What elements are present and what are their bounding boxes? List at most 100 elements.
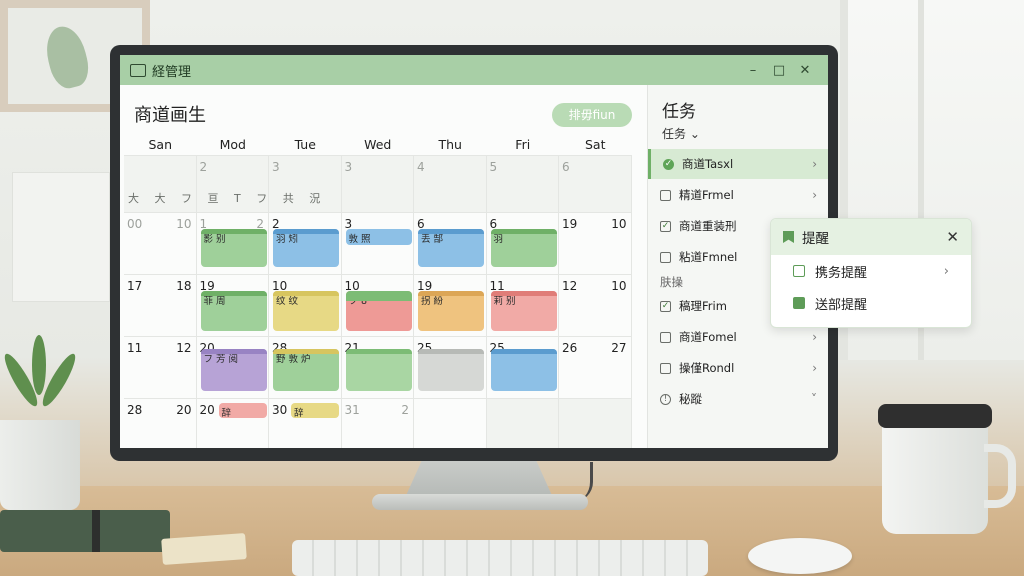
view-button[interactable]: 排毋fiun [552,103,632,127]
day-number: 2 [401,403,409,417]
weekday-label: Wed [364,137,392,152]
reminder-popup-header: 提醒 ✕ [771,219,971,255]
day-number: 20 [176,403,192,417]
calendar-event[interactable]: 纹 纹 [273,291,339,331]
day-cell[interactable]: 11 莉 别 [487,275,559,336]
day-cell[interactable]: 20 フ 芳 阅 [197,337,269,398]
day-cell[interactable]: 6 丢 郜 [414,213,487,274]
close-icon[interactable]: ✕ [946,228,959,246]
calendar-event[interactable]: 莉 别 [490,291,557,331]
day-cell[interactable]: 6 羽 [487,213,559,274]
checkbox-icon[interactable] [660,189,671,201]
day-number: 3 [344,160,353,174]
calendar-event[interactable]: 辞 [218,403,267,418]
bookmark-icon [783,231,794,243]
day-cell[interactable]: 5 [486,156,559,212]
calendar-event[interactable]: 影 别 [200,229,267,267]
day-cell[interactable]: 2 羽 矧 [269,213,342,274]
monitor: 経管理 – □ ✕ 商道画生 排毋fiun San Mod Tue Wed Th… [110,45,838,461]
checkbox-checked-icon[interactable]: ✓ [660,300,671,312]
checkbox-icon[interactable] [660,331,671,343]
window-title: 経管理 [152,64,192,80]
day-cell[interactable]: 10 纹 纹 [269,275,342,336]
calendar-event[interactable] [490,349,557,391]
calendar-event[interactable]: フ 8 [345,291,412,331]
day-cell[interactable]: 12 10 [559,275,632,336]
day-cell[interactable]: 25 [414,337,487,398]
day-cell[interactable]: 11 12 [124,337,197,398]
maximize-button[interactable]: □ [766,63,792,78]
checkbox-checked-icon[interactable]: ✓ [660,220,671,232]
checkbox-icon[interactable] [660,251,671,263]
calendar-event[interactable]: 敦 照 [345,229,412,245]
calendar-event[interactable] [345,349,412,391]
day-cell[interactable]: 31 2 [342,399,414,448]
day-number: 26 [562,341,578,355]
month-grid: 2 3 3 4 5 6 大 大 フ 亘 T フ 共 況 00 10 12 影 别 … [124,155,632,448]
day-cell[interactable] [486,399,559,448]
reminder-option[interactable]: 携务提醒 › [771,255,971,287]
day-number: 6 [562,160,570,174]
checkbox-icon[interactable] [660,362,671,374]
calendar-event[interactable]: 菲 周 [200,291,267,331]
week-row: 2 3 3 4 5 6 大 大 フ 亘 T フ 共 況 [124,155,632,212]
clock-icon: ! [660,393,671,405]
day-number: 3 [272,160,280,174]
calendar-event[interactable]: 拐 紛 [418,291,484,331]
day-cell[interactable]: 6 [559,156,632,212]
grid-icon [793,297,805,309]
week-glyphs: 大 大 フ 亘 T フ 共 況 [128,192,327,205]
reminder-option[interactable]: 送部提醒 [771,287,971,319]
day-number: 12 [176,341,192,355]
tasks-filter[interactable]: 任务 ⌄ [662,125,700,142]
day-cell[interactable]: 19 拐 紛 [414,275,487,336]
day-cell[interactable]: 26 27 [559,337,632,398]
calendar-event[interactable] [418,349,484,391]
minimize-button[interactable]: – [740,63,766,78]
day-cell[interactable]: 00 10 [124,213,197,274]
calendar-event[interactable]: フ 芳 阅 [200,349,267,391]
day-cell[interactable] [559,399,632,448]
day-cell[interactable]: 3 敦 照 [342,213,414,274]
chevron-down-icon: ˅ [811,392,817,406]
day-cell[interactable]: 25 [487,337,559,398]
day-cell[interactable]: 28 20 [124,399,197,448]
day-cell[interactable]: 10 フ 8 [342,275,414,336]
calendar-event[interactable]: 野 敦 炉 [273,349,339,391]
day-number: 2 [199,160,208,174]
day-cell[interactable]: 4 [414,156,487,212]
task-item[interactable]: 精道Frmel › [648,180,828,210]
monitor-stand-base [372,494,588,510]
day-cell[interactable] [414,399,487,448]
weekday-label: Fri [515,137,531,152]
day-cell[interactable]: 20 辞 [197,399,269,448]
check-circle-icon[interactable]: ✓ [663,158,674,170]
day-cell[interactable]: 19 菲 周 [197,275,269,336]
weekday-label: San [148,137,173,152]
calendar-event[interactable]: 辞 [291,403,339,418]
day-cell[interactable]: 30 辞 [269,399,342,448]
day-cell[interactable]: 17 18 [124,275,197,336]
calendar-app-icon [130,63,146,77]
day-cell[interactable]: 3 [341,156,414,212]
chevron-right-icon: › [943,263,949,279]
day-cell[interactable]: 19 10 [559,213,632,274]
calendar-event[interactable]: 羽 矧 [273,229,339,267]
calendar-event[interactable]: 丢 郜 [418,229,484,267]
task-item[interactable]: ✓ 商道Tasxl › [648,149,828,179]
day-cell[interactable]: 21 [342,337,414,398]
day-number: 10 [611,217,627,231]
day-number: 17 [127,279,143,293]
chevron-right-icon: › [812,157,817,171]
screen: 経管理 – □ ✕ 商道画生 排毋fiun San Mod Tue Wed Th… [120,55,828,448]
week-row: 28 20 20 辞 30 辞 31 2 [124,398,632,448]
day-number: 31 [344,403,360,417]
calendar-event[interactable]: 羽 [490,229,557,267]
wall-calendar [12,172,110,302]
task-item[interactable]: 操僅Rondl › [648,353,828,383]
day-cell[interactable]: 28 野 敦 炉 [269,337,342,398]
task-item[interactable]: ! 秘蹤 ˅ [648,384,828,414]
calendar-title: 商道画生 [134,105,206,126]
day-cell[interactable]: 12 影 别 [197,213,269,274]
close-window-button[interactable]: ✕ [792,63,818,78]
